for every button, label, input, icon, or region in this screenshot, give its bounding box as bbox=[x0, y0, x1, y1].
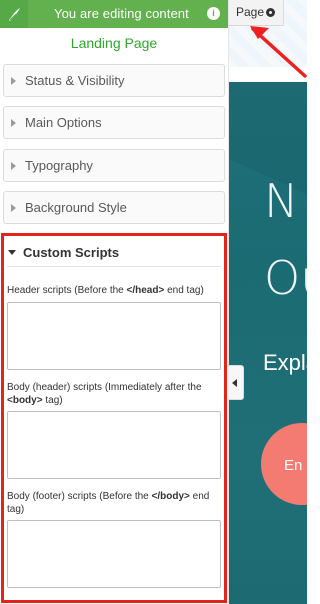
body-header-label-suffix: tag) bbox=[42, 395, 63, 406]
gear-icon bbox=[266, 8, 275, 17]
body-header-scripts-textarea[interactable] bbox=[7, 411, 221, 479]
section-label: Main Options bbox=[25, 115, 102, 130]
main-options-section[interactable]: Main Options bbox=[3, 106, 225, 139]
info-icon[interactable]: i bbox=[207, 7, 220, 20]
header-scripts-label: Header scripts (Before the </head> end t… bbox=[7, 284, 221, 297]
chevron-down-icon bbox=[8, 250, 16, 255]
body-end-tag-label: </body> bbox=[151, 491, 190, 502]
body-footer-scripts-label: Body (footer) scripts (Before the </body… bbox=[7, 490, 221, 516]
custom-scripts-header[interactable]: Custom Scripts bbox=[7, 239, 221, 267]
hero-heading-line-one: N bbox=[264, 174, 299, 228]
collapse-panel-button[interactable] bbox=[228, 365, 244, 400]
page-preview: Page N Ou Expla En bbox=[228, 0, 307, 604]
header-label-suffix: end tag) bbox=[164, 285, 204, 296]
hero-heading-line-two: Ou bbox=[264, 251, 307, 305]
chevron-right-icon bbox=[11, 76, 16, 85]
body-header-label-prefix: Body (header) scripts (Immediately after… bbox=[7, 382, 202, 393]
status-visibility-section[interactable]: Status & Visibility bbox=[3, 64, 225, 97]
body-footer-label-prefix: Body (footer) scripts (Before the bbox=[7, 491, 152, 502]
page-tab-label: Page bbox=[236, 5, 265, 19]
chevron-left-icon bbox=[232, 379, 237, 387]
head-tag-label: </head> bbox=[126, 285, 165, 296]
editing-status-text: You are editing content bbox=[54, 6, 189, 21]
leaf-logo-icon[interactable] bbox=[0, 0, 28, 28]
page-title: Landing Page bbox=[70, 35, 158, 51]
section-label: Status & Visibility bbox=[25, 73, 125, 88]
chevron-right-icon bbox=[11, 118, 16, 127]
typography-section[interactable]: Typography bbox=[3, 149, 225, 182]
custom-scripts-panel: Custom Scripts Header scripts (Before th… bbox=[1, 233, 227, 603]
body-footer-scripts-textarea[interactable] bbox=[7, 520, 221, 588]
section-label: Background Style bbox=[25, 200, 127, 215]
background-style-section[interactable]: Background Style bbox=[3, 191, 225, 224]
hero-subtitle: Expla bbox=[263, 350, 307, 375]
section-label: Typography bbox=[25, 158, 93, 173]
body-tag-label: <body> bbox=[7, 395, 43, 406]
header-scripts-textarea[interactable] bbox=[7, 302, 221, 370]
custom-scripts-title: Custom Scripts bbox=[23, 245, 120, 260]
app-window: You are editing content i Landing Page S… bbox=[0, 0, 307, 604]
red-arrow-icon bbox=[250, 26, 307, 78]
editing-status-bar: You are editing content i bbox=[0, 0, 228, 28]
chevron-right-icon bbox=[11, 203, 16, 212]
chevron-right-icon bbox=[11, 161, 16, 170]
hero-cta-label: En bbox=[284, 457, 303, 474]
header-label-prefix: Header scripts (Before the bbox=[7, 285, 127, 296]
editor-panel: You are editing content i Landing Page S… bbox=[0, 0, 229, 604]
body-header-scripts-label: Body (header) scripts (Immediately after… bbox=[7, 381, 221, 407]
hero-section: N Ou Expla En bbox=[228, 82, 307, 604]
